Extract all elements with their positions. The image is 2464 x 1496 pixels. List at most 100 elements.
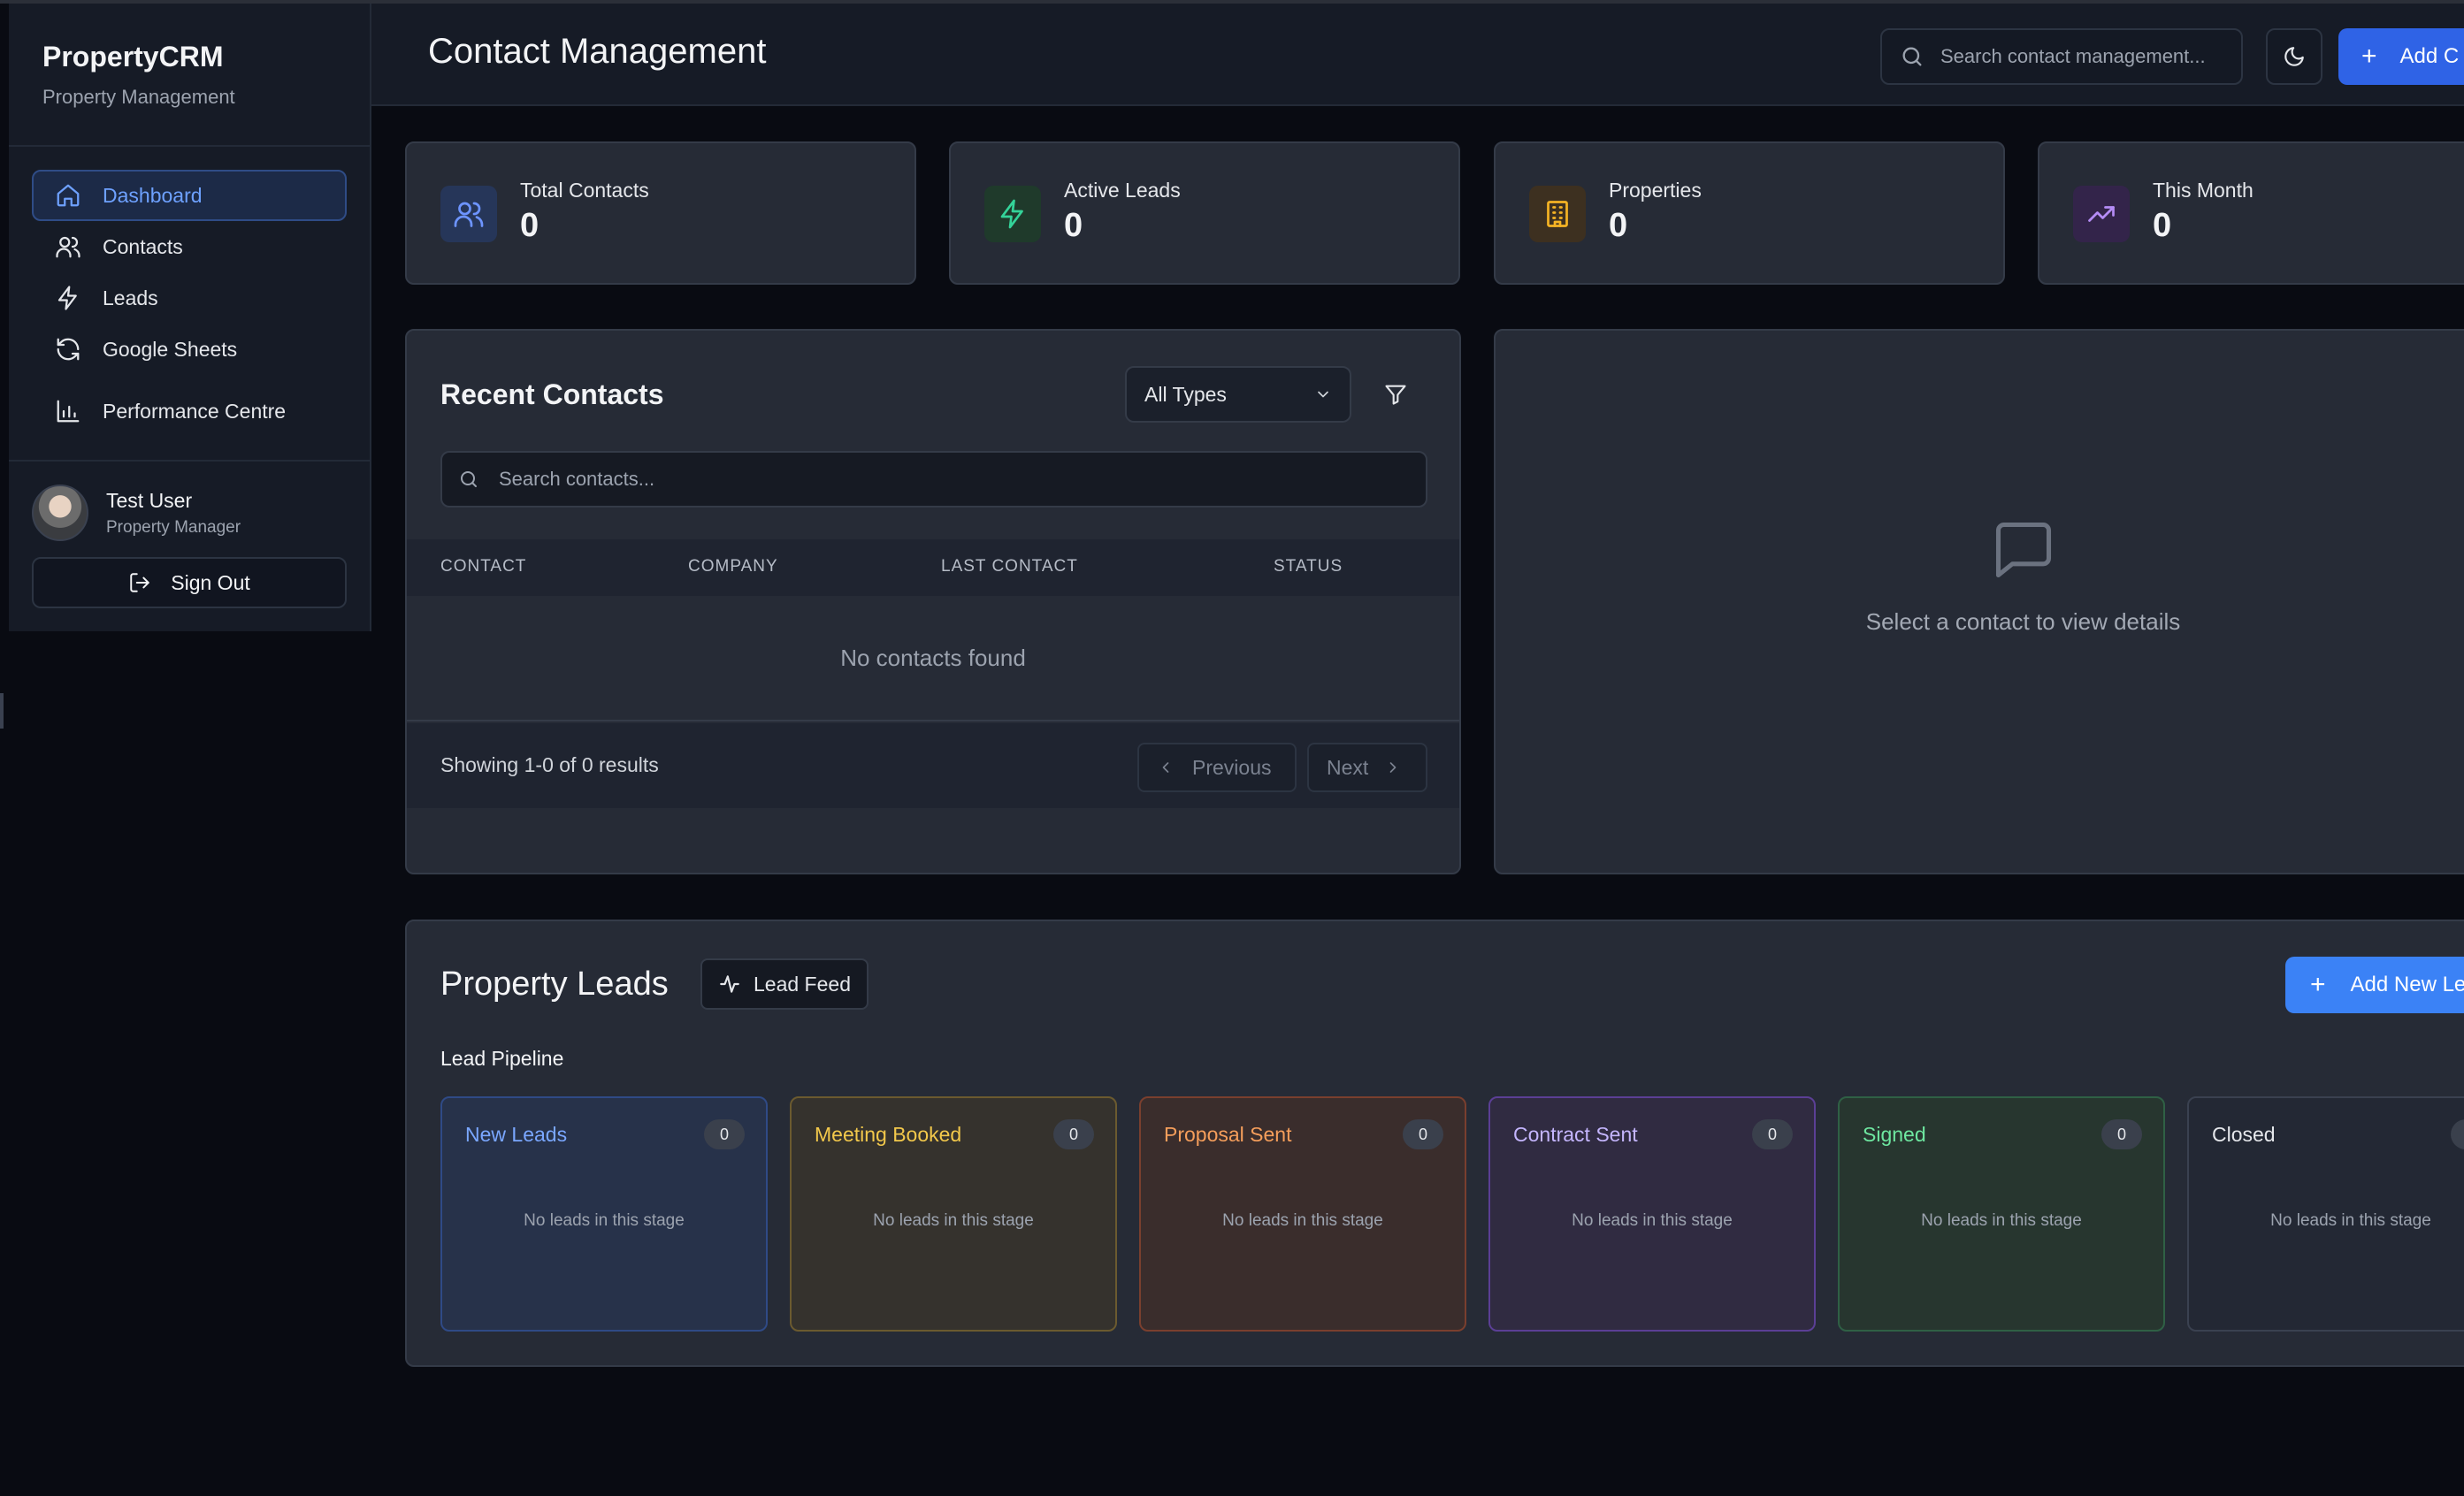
stat-value: 0 xyxy=(520,207,539,244)
recent-contacts-panel: Recent Contacts All Types Search contact… xyxy=(405,329,1461,874)
trending-up-icon xyxy=(2073,186,2130,242)
add-contact-button[interactable]: + Add C xyxy=(2338,28,2464,85)
column-header-contact[interactable]: CONTACT xyxy=(440,557,526,576)
search-icon xyxy=(458,469,479,490)
sidebar-item-label: Dashboard xyxy=(103,183,203,207)
chevron-left-icon xyxy=(1157,759,1175,776)
brand-title: PropertyCRM xyxy=(42,41,224,73)
stage-name: New Leads xyxy=(465,1123,568,1146)
window-resize-handle[interactable] xyxy=(0,693,4,729)
sidebar: PropertyCRM Property Management Dashboar… xyxy=(9,4,371,631)
stat-card-active-leads: Active Leads 0 xyxy=(949,141,1460,285)
stage-count-badge: 0 xyxy=(704,1119,745,1149)
previous-label: Previous xyxy=(1192,755,1272,779)
search-icon xyxy=(1900,44,1925,69)
lightning-icon xyxy=(984,186,1041,242)
pipeline-stage-new-leads: New Leads 0 No leads in this stage xyxy=(440,1096,768,1332)
detail-empty-text: Select a contact to view details xyxy=(1865,608,2181,635)
home-icon xyxy=(55,182,81,209)
stage-empty-text: No leads in this stage xyxy=(1572,1211,1733,1230)
stat-label: Active Leads xyxy=(1064,179,1181,202)
sign-out-label: Sign Out xyxy=(171,570,250,594)
stage-count-badge: 0 xyxy=(1752,1119,1793,1149)
building-icon xyxy=(1529,186,1586,242)
theme-toggle-button[interactable] xyxy=(2266,28,2322,85)
lead-pipeline-label: Lead Pipeline xyxy=(440,1047,564,1070)
brand: PropertyCRM Property Management xyxy=(9,4,370,147)
search-input[interactable]: Search contact management... xyxy=(1880,28,2243,85)
page-title: Contact Management xyxy=(428,32,767,71)
bar-chart-icon xyxy=(55,398,81,424)
pagination-bar: Showing 1-0 of 0 results Previous Next xyxy=(407,723,1459,808)
user-info: Test User Property Manager xyxy=(106,489,241,538)
stage-empty-text: No leads in this stage xyxy=(873,1211,1034,1230)
activity-icon xyxy=(718,973,741,996)
brand-subtitle: Property Management xyxy=(42,86,235,108)
recent-contacts-title: Recent Contacts xyxy=(440,378,664,410)
pipeline-stage-proposal-sent: Proposal Sent 0 No leads in this stage xyxy=(1139,1096,1466,1332)
sidebar-item-label: Leads xyxy=(103,286,158,309)
avatar xyxy=(32,485,88,541)
stage-count-badge: 0 xyxy=(2451,1119,2464,1149)
stage-empty-text: No leads in this stage xyxy=(524,1211,685,1230)
next-label: Next xyxy=(1327,755,1369,779)
stat-value: 0 xyxy=(1064,207,1083,244)
user-section: Test User Property Manager Sign Out xyxy=(9,462,370,608)
contact-search-input[interactable]: Search contacts... xyxy=(440,451,1427,508)
sign-out-button[interactable]: Sign Out xyxy=(32,557,347,608)
sidebar-item-google-sheets[interactable]: Google Sheets xyxy=(32,324,347,375)
plus-icon: + xyxy=(2310,970,2326,999)
sidebar-item-contacts[interactable]: Contacts xyxy=(32,221,347,272)
previous-page-button[interactable]: Previous xyxy=(1137,743,1297,792)
lightning-icon xyxy=(55,285,81,311)
property-leads-title: Property Leads xyxy=(440,966,669,1003)
column-header-status[interactable]: STATUS xyxy=(1274,557,1343,576)
stage-empty-text: No leads in this stage xyxy=(2270,1211,2431,1230)
refresh-icon xyxy=(55,336,81,363)
stage-empty-text: No leads in this stage xyxy=(1921,1211,2082,1230)
pipeline-stage-contract-sent: Contract Sent 0 No leads in this stage xyxy=(1488,1096,1816,1332)
sidebar-item-leads[interactable]: Leads xyxy=(32,272,347,324)
filter-icon xyxy=(1383,382,1408,407)
add-contact-label: Add C xyxy=(2399,44,2460,68)
chevron-down-icon xyxy=(1314,385,1332,403)
stage-name: Proposal Sent xyxy=(1164,1123,1292,1146)
next-page-button[interactable]: Next xyxy=(1307,743,1427,792)
contacts-table-header: CONTACT COMPANY LAST CONTACT STATUS xyxy=(407,539,1459,596)
stage-name: Closed xyxy=(2212,1123,2276,1146)
moon-icon xyxy=(2283,45,2306,68)
stat-card-total-contacts: Total Contacts 0 xyxy=(405,141,916,285)
column-header-last-contact[interactable]: LAST CONTACT xyxy=(941,557,1078,576)
pipeline-stage-signed: Signed 0 No leads in this stage xyxy=(1838,1096,2165,1332)
filter-button[interactable] xyxy=(1378,377,1413,412)
sidebar-item-dashboard[interactable]: Dashboard xyxy=(32,170,347,221)
type-filter-value: All Types xyxy=(1144,382,1227,406)
stage-name: Meeting Booked xyxy=(815,1123,962,1146)
type-filter-select[interactable]: All Types xyxy=(1125,366,1351,423)
user-name: Test User xyxy=(106,488,193,512)
sidebar-item-label: Google Sheets xyxy=(103,337,238,361)
empty-table-message: No contacts found xyxy=(407,596,1459,721)
chevron-right-icon xyxy=(1384,759,1402,776)
stat-value: 0 xyxy=(1609,207,1628,244)
column-header-company[interactable]: COMPANY xyxy=(688,557,778,576)
user-profile[interactable]: Test User Property Manager xyxy=(32,485,347,541)
stage-count-badge: 0 xyxy=(2101,1119,2142,1149)
contact-detail-panel: Select a contact to view details xyxy=(1494,329,2464,874)
sidebar-item-performance-centre[interactable]: Performance Centre xyxy=(32,385,347,437)
users-icon xyxy=(55,233,81,260)
property-leads-panel: Property Leads Lead Feed + Add New Le Le… xyxy=(405,920,2464,1367)
stage-count-badge: 0 xyxy=(1403,1119,1443,1149)
user-role: Property Manager xyxy=(106,517,241,537)
add-new-lead-label: Add New Le xyxy=(2350,973,2464,996)
stat-card-this-month: This Month 0 xyxy=(2038,141,2464,285)
lead-feed-button[interactable]: Lead Feed xyxy=(700,958,869,1010)
add-new-lead-button[interactable]: + Add New Le xyxy=(2285,957,2464,1013)
sidebar-item-label: Contacts xyxy=(103,234,183,258)
lead-feed-label: Lead Feed xyxy=(754,972,851,996)
stat-card-properties: Properties 0 xyxy=(1494,141,2005,285)
stat-label: This Month xyxy=(2153,179,2254,202)
stage-name: Signed xyxy=(1863,1123,1926,1146)
stat-value: 0 xyxy=(2153,207,2172,244)
detail-empty-state: Select a contact to view details xyxy=(1496,516,2464,636)
